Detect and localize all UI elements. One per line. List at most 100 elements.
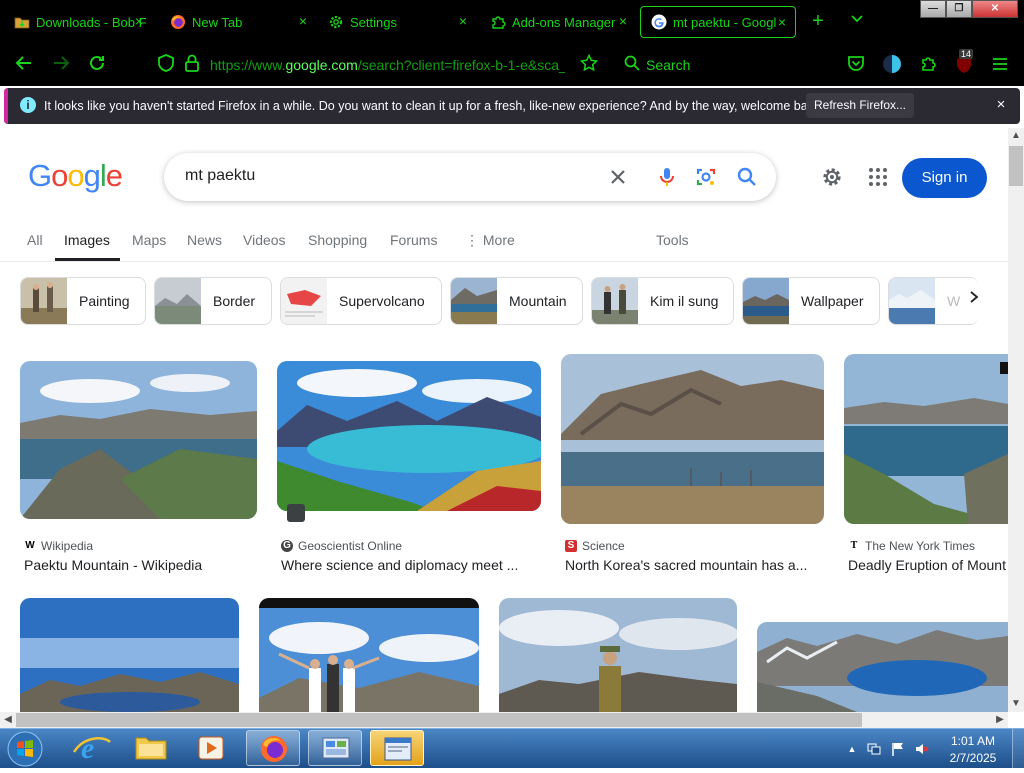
image-result[interactable] [259, 598, 479, 712]
tab-more[interactable]: ⋮ More [465, 232, 515, 249]
image-result[interactable] [277, 361, 541, 522]
tab-close-button[interactable]: × [132, 14, 146, 28]
scroll-right-arrow-icon[interactable]: ▶ [992, 712, 1008, 728]
sign-in-button[interactable]: Sign in [902, 158, 987, 198]
search-submit-button[interactable] [735, 165, 759, 189]
taskbar-internet-explorer[interactable]: e [64, 730, 118, 766]
search-input[interactable]: mt paektu [164, 153, 776, 201]
result-image [259, 598, 479, 712]
image-result[interactable] [499, 598, 737, 712]
chip-wallpaper[interactable]: Wallpaper [742, 277, 880, 325]
extension-circle-icon[interactable] [881, 54, 903, 76]
volume-muted-icon[interactable] [914, 741, 930, 757]
image-result[interactable] [20, 598, 239, 712]
voice-search-button[interactable] [655, 165, 679, 189]
chip-border[interactable]: Border [154, 277, 272, 325]
show-desktop-button[interactable] [1012, 729, 1024, 768]
scroll-left-arrow-icon[interactable]: ◀ [0, 712, 16, 728]
tab-images[interactable]: Images [64, 232, 110, 248]
tab-close-button[interactable]: × [775, 15, 789, 29]
extensions-puzzle-icon[interactable] [918, 54, 940, 76]
new-tab-button[interactable]: + [807, 10, 829, 32]
maximize-window-button[interactable]: ❐ [946, 0, 972, 18]
scroll-up-arrow-icon[interactable]: ▲ [1008, 128, 1024, 144]
tab-maps[interactable]: Maps [132, 232, 166, 248]
lock-icon[interactable] [181, 54, 203, 76]
tab-news[interactable]: News [187, 232, 222, 248]
tab-downloads[interactable]: Downloads - Bob F × [4, 6, 152, 38]
result-title[interactable]: Deadly Eruption of Mount [848, 557, 1008, 573]
chip-mountain[interactable]: Mountain [450, 277, 583, 325]
url-bar[interactable]: https://www.google.com/search?client=fir… [210, 57, 565, 75]
result-source[interactable]: S Science [565, 539, 625, 553]
back-button[interactable] [13, 54, 35, 76]
ublock-shield-icon[interactable]: 14 [953, 49, 975, 76]
taskbar-control-panel[interactable] [308, 730, 362, 766]
search-query-text[interactable]: mt paektu [185, 167, 255, 185]
google-apps-button[interactable] [866, 165, 890, 189]
taskbar-window-app[interactable] [370, 730, 424, 766]
lens-search-button[interactable] [694, 165, 718, 189]
tab-close-button[interactable]: × [616, 14, 630, 28]
result-title[interactable]: Where science and diplomacy meet ... [281, 557, 536, 573]
tools-button[interactable]: Tools [656, 232, 689, 248]
close-icon[interactable]: × [992, 96, 1010, 114]
close-icon [611, 170, 625, 184]
tab-forums[interactable]: Forums [390, 232, 437, 248]
clock-date[interactable]: 2/7/2025 [944, 751, 1002, 765]
result-source[interactable]: T The New York Times [848, 539, 975, 553]
horizontal-scroll-thumb[interactable] [16, 713, 862, 727]
start-button[interactable] [4, 730, 46, 768]
show-hidden-icons-arrow-icon[interactable]: ▲ [844, 741, 860, 757]
taskbar-file-explorer[interactable] [124, 730, 178, 766]
chip-supervolcano[interactable]: Supervolcano [280, 277, 442, 325]
taskbar-media-player[interactable] [184, 730, 238, 766]
image-result[interactable] [561, 354, 824, 524]
action-center-flag-icon[interactable] [890, 741, 906, 757]
tab-new-tab[interactable]: New Tab × [160, 6, 316, 38]
reload-button[interactable] [86, 54, 108, 76]
clock-time[interactable]: 1:01 AM [944, 734, 1002, 748]
tab-addons-manager[interactable]: Add-ons Manager × [480, 6, 636, 38]
tab-shopping[interactable]: Shopping [308, 232, 367, 248]
tab-settings[interactable]: Settings × [318, 6, 476, 38]
result-title[interactable]: Paektu Mountain - Wikipedia [24, 557, 254, 573]
vertical-scrollbar[interactable] [1008, 128, 1024, 712]
microphone-icon [660, 168, 674, 186]
image-result[interactable] [757, 622, 1008, 712]
close-window-button[interactable]: ✕ [972, 0, 1018, 18]
chevron-right-icon [970, 291, 979, 303]
result-title[interactable]: North Korea's sacred mountain has a... [565, 557, 822, 573]
chip-painting[interactable]: Painting [20, 277, 146, 325]
tracking-protection-shield-icon[interactable] [155, 54, 177, 76]
forward-button[interactable] [50, 54, 72, 76]
bookmark-star-button[interactable] [578, 53, 600, 76]
chevron-down-icon [851, 15, 863, 23]
list-all-tabs-button[interactable] [846, 10, 868, 32]
menu-hamburger-icon[interactable] [989, 54, 1011, 76]
pocket-icon[interactable] [845, 54, 867, 76]
internet-explorer-icon: e [72, 732, 111, 765]
image-result[interactable] [20, 361, 257, 521]
tab-close-button[interactable]: × [456, 14, 470, 28]
refresh-firefox-button[interactable]: Refresh Firefox... [806, 93, 914, 118]
minimize-window-button[interactable]: — [920, 0, 946, 18]
tab-all[interactable]: All [27, 232, 43, 248]
google-logo[interactable]: Google [28, 158, 123, 194]
chip-kim-il-sung[interactable]: Kim il sung [591, 277, 734, 325]
taskbar-firefox[interactable] [246, 730, 300, 766]
chip-thumbnail [889, 278, 935, 324]
scroll-down-arrow-icon[interactable]: ▼ [1008, 696, 1024, 712]
browser-search-box[interactable]: Search [646, 57, 690, 73]
clear-search-button[interactable] [606, 165, 630, 189]
network-icon[interactable] [866, 741, 882, 757]
tab-videos[interactable]: Videos [243, 232, 286, 248]
chips-next-button[interactable] [964, 290, 984, 310]
image-result[interactable] [844, 354, 1008, 524]
result-source[interactable]: G Geoscientist Online [281, 539, 402, 553]
settings-button[interactable] [820, 165, 844, 189]
result-source[interactable]: W Wikipedia [24, 539, 93, 553]
vertical-scroll-thumb[interactable] [1009, 146, 1023, 186]
tab-google-search[interactable]: mt paektu - Googl × [640, 6, 796, 38]
tab-close-button[interactable]: × [296, 14, 310, 28]
